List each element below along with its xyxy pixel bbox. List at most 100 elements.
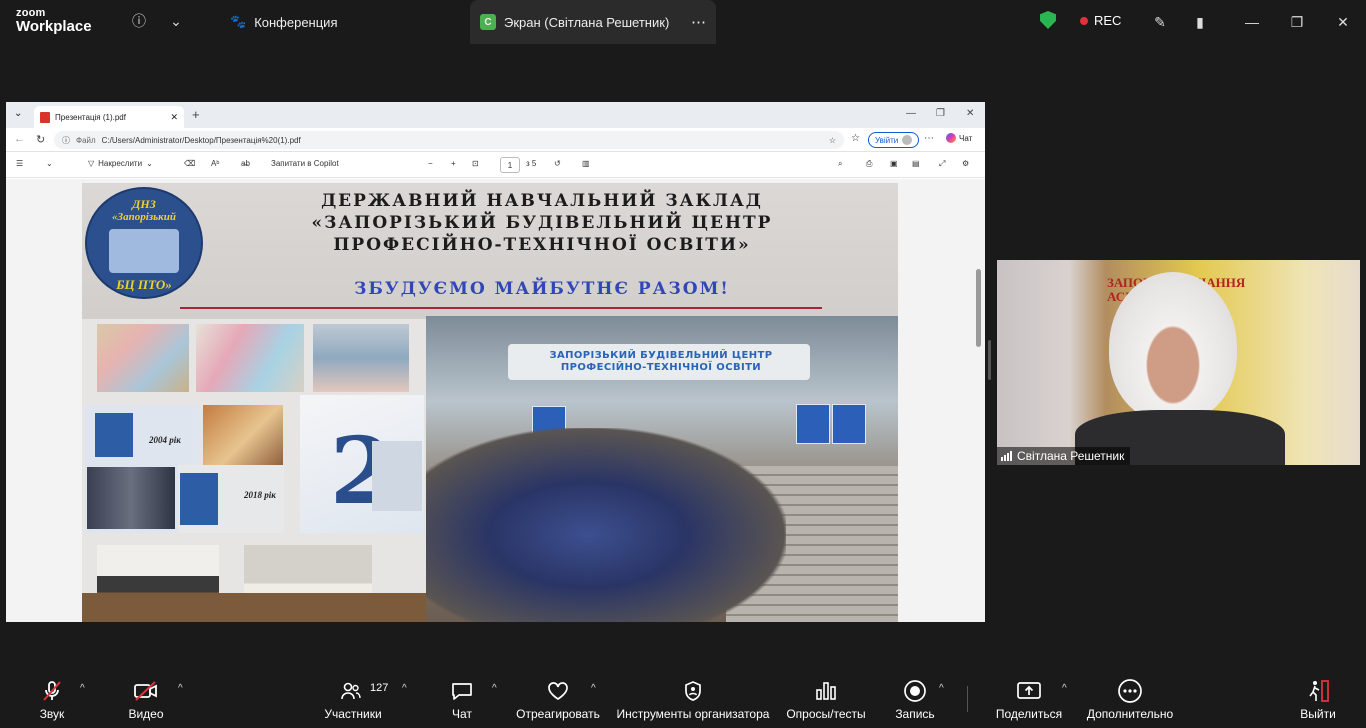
browser-tab-title: Презентація (1).pdf [55,112,126,122]
ceremony-people [87,467,175,529]
tab-screen-label: Экран (Світлана Решетник) [504,14,670,30]
pdf-scrollbar[interactable] [975,259,983,622]
signin-button[interactable]: Увійти [868,132,920,148]
browser-minimize-icon[interactable]: — [906,108,916,119]
polls-label: Опросы/тесты [786,707,866,721]
participants-button[interactable]: 127 Участники [322,669,388,728]
info-icon[interactable]: ⓘ [128,10,150,32]
annotate-pencil-icon[interactable]: ✎ [1149,11,1171,33]
divider-line [180,307,822,309]
react-button[interactable]: Отреагировать [514,669,602,728]
read-aloud-icon[interactable]: a̶b [241,159,250,168]
audio-button[interactable]: Звук [32,669,72,728]
draw-button[interactable]: ▽ Накреслити ⌄ [88,159,153,168]
text-icon[interactable]: Aᵇ [211,159,219,168]
record-button[interactable]: Запись [894,669,936,728]
pdf-scroll-thumb[interactable] [976,269,981,347]
slide-motto: ЗБУДУЄМО МАЙБУТНЄ РАЗОМ! [354,279,730,299]
tab-conference[interactable]: 🐾 Конференция [216,0,351,44]
react-options-chevron-icon[interactable]: ^ [591,683,596,694]
close-icon[interactable]: ✕ [1332,11,1354,33]
search-icon[interactable]: ⌕ [838,159,842,169]
highlight-icon[interactable]: ⌄ [46,159,53,168]
recording-indicator[interactable]: REC [1080,13,1121,28]
ask-copilot-button[interactable]: Запитати в Copilot [271,159,339,168]
video-options-chevron-icon[interactable]: ^ [178,683,183,694]
rotate-icon[interactable]: ↺ [554,159,561,168]
participants-label: Участники [324,707,382,721]
more-options-icon[interactable]: ⋯ [691,13,706,31]
toolbar-divider [967,686,968,712]
back-icon[interactable]: ← [14,133,25,145]
heart-icon [545,678,571,704]
photo-tiled-room [313,324,409,392]
graduates-group [426,428,786,622]
contents-icon[interactable]: ☰ [16,159,23,168]
photo-award-2018: 2018 рік [178,465,284,533]
pdf-file-icon [40,111,50,123]
restore-icon[interactable]: ❐ [1286,11,1308,33]
chat-button[interactable]: Чат [448,669,476,728]
save-as-icon[interactable]: ▤ [912,159,920,168]
url-field[interactable]: ⓘ Файл C:/Users/Administrator/Desktop/Пр… [54,131,844,149]
share-options-chevron-icon[interactable]: ^ [1062,683,1067,694]
share-button[interactable]: Поделиться [995,669,1063,728]
tab-close-icon[interactable]: ✕ [170,112,178,123]
page-view-icon[interactable]: ▥ [582,159,590,168]
host-tools-button[interactable]: Инструменты организатора [614,669,772,728]
minimize-icon[interactable]: — [1241,11,1263,33]
participants-options-chevron-icon[interactable]: ^ [402,683,407,694]
host-shield-icon [680,678,706,704]
pdf-viewport[interactable]: ДНЗ «Запорізький БЦ ПТО» ДЕРЖАВНИЙ НАВЧА… [6,179,985,622]
favorites-icon[interactable]: ☆ [851,133,860,144]
zoom-in-icon[interactable]: + [451,159,456,168]
record-options-chevron-icon[interactable]: ^ [939,683,944,694]
settings-gear-icon[interactable]: ⚙ [962,159,969,168]
polls-chart-icon [813,678,839,704]
layout-toggle-icon[interactable]: ▮ [1189,11,1211,33]
chevron-down-icon[interactable]: ⌄ [165,10,187,32]
chat-options-chevron-icon[interactable]: ^ [492,683,497,694]
year-2018-label: 2018 рік [244,490,276,500]
logo-line2: «Запорізький [112,211,176,223]
rec-dot-icon [1080,16,1088,25]
tab-list-icon[interactable]: ⌄ [14,108,22,119]
logo-illustration [109,229,179,273]
participant-video[interactable]: ЗАПОРІ... НАВЧАННЯ АСІВ Світлана Решетни… [997,260,1360,465]
photo-painted-wall [196,324,304,392]
url-text: C:/Users/Administrator/Desktop/Презентац… [101,135,301,145]
chat-icon [449,678,475,704]
record-label: Запись [895,707,935,721]
poster-building [372,441,422,511]
leave-button[interactable]: Выйти [1298,669,1338,728]
shield-icon[interactable] [1040,11,1056,29]
fit-page-icon[interactable]: ⊡ [472,159,479,168]
photo-classroom-mural [97,324,189,392]
slide-title-line2: «ЗАПОРІЗЬКИЙ БУДІВЕЛЬНИЙ ЦЕНТР [311,213,773,233]
year-2004-label: 2004 рік [149,435,181,445]
copilot-chat-button[interactable]: Чат [946,133,972,143]
audio-options-chevron-icon[interactable]: ^ [80,683,85,694]
video-button[interactable]: Видео [124,669,168,728]
award-certificate [95,413,133,457]
more-button[interactable]: Дополнительно [1084,669,1176,728]
new-tab-icon[interactable]: + [192,107,200,122]
browser-close-icon[interactable]: ✕ [966,108,974,119]
host-tools-label: Инструменты организатора [616,707,770,721]
eraser-icon[interactable]: ⌫ [184,159,195,168]
save-icon[interactable]: ▣ [890,159,898,168]
tab-screen[interactable]: С Экран (Світлана Решетник) ⋯ [470,0,716,44]
browser-menu-icon[interactable]: ⋯ [924,133,934,144]
bookmark-star-icon[interactable]: ☆ [829,136,836,145]
reload-icon[interactable]: ↻ [36,133,45,146]
print-icon[interactable]: ⎙ [866,159,872,169]
more-label: Дополнительно [1086,707,1174,721]
panel-resize-handle[interactable] [988,340,991,380]
zoom-out-icon[interactable]: − [428,159,433,168]
screen-share-badge: С [480,14,496,30]
fullscreen-icon[interactable]: ⤢ [939,159,945,169]
page-number-input[interactable]: 1 [500,157,520,173]
browser-tab-pdf[interactable]: Презентація (1).pdf ✕ [34,106,184,128]
polls-button[interactable]: Опросы/тесты [784,669,868,728]
browser-restore-icon[interactable]: ❐ [936,108,945,119]
